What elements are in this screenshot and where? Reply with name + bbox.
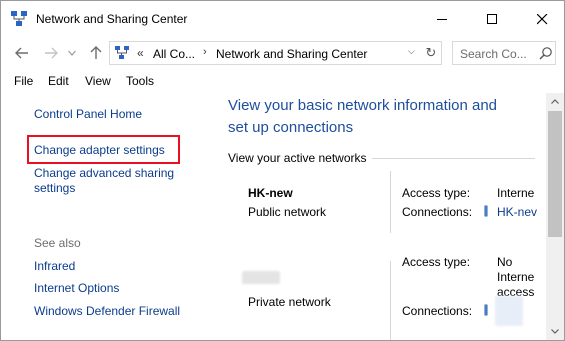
highlight-annotation [27,135,180,164]
scroll-down-button[interactable] [546,323,564,340]
network-sharing-window: Network and Sharing Center « All Co... ›… [0,0,565,341]
control-panel-icon [115,46,129,59]
access-type-value-line1: No [497,255,513,269]
title-bar: Network and Sharing Center [1,1,564,37]
active-networks-label: View your active networks [228,151,367,165]
arrow-right-icon [45,47,58,59]
chevron-down-icon [551,329,559,334]
recent-locations-button[interactable] [62,43,82,63]
access-type-label: Access type: [402,255,471,269]
network-type: Public network [248,205,327,219]
connection-link[interactable]: HK-nev [497,205,537,220]
minimize-button[interactable] [419,1,465,37]
up-button[interactable] [86,43,106,63]
page-title-line1: View your basic network information and [228,97,498,114]
network-icon [11,11,27,26]
scroll-up-button[interactable] [546,93,564,110]
breadcrumb-all-control-panel[interactable]: All Co... [153,47,195,61]
connections-label: Connections: [402,205,473,219]
menu-edit[interactable]: Edit [48,74,69,88]
menu-tools[interactable]: Tools [126,74,154,88]
infrared-link[interactable]: Infrared [34,259,75,274]
network-divider [390,171,391,233]
scroll-thumb[interactable] [548,111,562,237]
minimize-icon [436,18,447,20]
blurred-connection-name [495,296,523,326]
network-divider [390,261,391,340]
address-overflow[interactable]: « [137,46,144,60]
left-navigation-pane: Control Panel Home Change adapter settin… [1,93,219,340]
address-dropdown-icon[interactable]: ⌵ [408,46,415,57]
chevron-up-icon [551,99,559,104]
back-button[interactable] [12,43,32,63]
close-icon [536,13,547,24]
arrow-left-icon [15,47,28,59]
breadcrumb-separator[interactable]: › [203,46,207,58]
navigation-bar: « All Co... › Network and Sharing Center… [1,39,564,67]
refresh-icon[interactable]: ↻ [423,45,439,61]
connections-label: Connections: [402,304,473,318]
chevron-down-icon [68,50,76,56]
window-title: Network and Sharing Center [36,12,188,26]
page-title-line2: set up connections [228,119,354,136]
network-name: HK-new [248,186,293,200]
arrow-up-icon [90,46,102,59]
access-type-value: Interne [497,186,535,200]
change-advanced-sharing-link-line2[interactable]: settings [34,181,75,196]
search-placeholder: Search Co... [460,47,527,61]
address-bar[interactable]: « All Co... › Network and Sharing Center… [109,41,442,65]
menu-file[interactable]: File [14,74,33,88]
see-also-heading: See also [34,236,81,250]
vertical-scrollbar[interactable] [546,93,564,340]
breadcrumb-network-sharing[interactable]: Network and Sharing Center [216,47,367,61]
access-type-value-line2: Interne [497,270,535,284]
network-type: Private network [248,295,331,309]
maximize-icon [486,13,497,24]
search-icon[interactable] [539,46,553,60]
change-advanced-sharing-link[interactable]: Change advanced sharing [34,166,174,181]
search-input[interactable]: Search Co... [452,41,556,65]
access-type-label: Access type: [402,186,471,200]
section-divider [372,158,535,159]
menu-view[interactable]: View [85,74,111,88]
main-content: View your basic network information and … [219,93,546,340]
internet-options-link[interactable]: Internet Options [34,281,119,296]
page-title: View your basic network information and … [228,95,538,139]
windows-defender-firewall-link[interactable]: Windows Defender Firewall [34,304,180,319]
wifi-signal-icon [484,304,488,316]
forward-button[interactable] [41,43,61,63]
close-button[interactable] [519,1,564,37]
wifi-signal-icon [484,205,488,217]
blurred-network-name [242,271,280,284]
menu-bar: File Edit View Tools [1,71,564,91]
control-panel-home-link[interactable]: Control Panel Home [34,107,142,122]
maximize-button[interactable] [469,1,515,37]
